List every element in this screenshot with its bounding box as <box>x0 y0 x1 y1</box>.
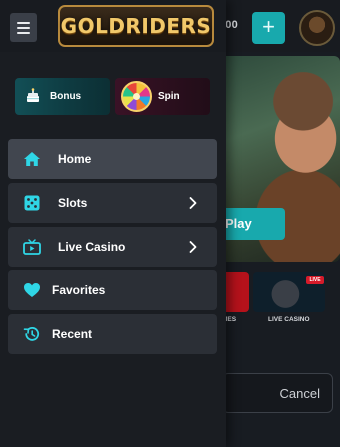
heart-icon <box>24 283 40 297</box>
logo-text: GOLDRIDERS <box>60 14 212 38</box>
goldriders-logo[interactable]: GOLDRIDERS <box>58 5 214 47</box>
drawer-header: GOLDRIDERS <box>0 0 226 52</box>
nav-item-label: Favorites <box>52 283 106 297</box>
home-icon <box>24 152 40 166</box>
nav-item-favorites[interactable]: Favorites <box>8 270 217 310</box>
bonus-button[interactable]: Bonus <box>15 78 110 115</box>
history-icon <box>23 327 40 341</box>
live-badge: LIVE <box>306 276 324 284</box>
app-screen: .00 + Play LIVE MES LIVE CASINO Cancel G… <box>0 0 340 447</box>
wheel-of-fortune-icon <box>121 81 152 112</box>
nav-item-label: Home <box>58 152 92 166</box>
spin-button[interactable]: Spin <box>115 78 210 115</box>
tile-caption-live-casino: LIVE CASINO <box>268 316 310 323</box>
spin-label: Spin <box>158 91 180 102</box>
chevron-right-icon <box>189 197 197 209</box>
nav-item-slots[interactable]: Slots <box>8 183 217 223</box>
nav-item-label: Recent <box>52 327 93 341</box>
nav-item-live-casino[interactable]: Live Casino <box>8 227 217 267</box>
cancel-button[interactable]: Cancel <box>222 373 333 413</box>
bonus-label: Bonus <box>50 91 82 102</box>
nav-item-home[interactable]: Home <box>8 139 217 179</box>
nav-item-recent[interactable]: Recent <box>8 314 217 354</box>
hamburger-icon[interactable] <box>10 13 37 42</box>
hero-play-button[interactable]: Play <box>217 208 285 240</box>
nav-item-label: Slots <box>58 196 88 210</box>
dice-icon <box>24 195 40 211</box>
tv-icon <box>23 239 41 255</box>
gift-cake-icon <box>27 88 39 102</box>
avatar[interactable] <box>299 10 335 46</box>
deposit-button[interactable]: + <box>252 12 285 44</box>
side-drawer: GOLDRIDERS Bonus Spin Home Slots Live Ca… <box>0 0 226 447</box>
chevron-right-icon <box>189 241 197 253</box>
nav-item-label: Live Casino <box>58 240 126 254</box>
